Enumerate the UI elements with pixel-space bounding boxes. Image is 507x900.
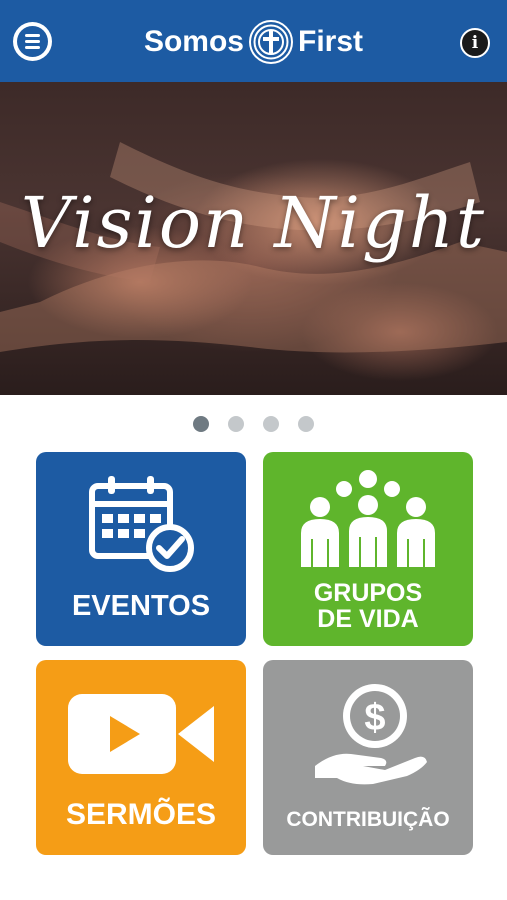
- svg-text:$: $: [364, 697, 385, 739]
- carousel-dot-4[interactable]: [298, 416, 314, 432]
- sermoes-label: SERMÕES: [65, 798, 217, 831]
- banner-carousel[interactable]: Vision Night: [0, 82, 507, 395]
- sermoes-tile[interactable]: SERMÕES: [36, 660, 246, 855]
- eventos-label: EVENTOS: [71, 590, 211, 622]
- banner-title: Vision Night: [20, 182, 487, 264]
- top-app-bar: Somos First i: [0, 0, 507, 82]
- video-camera-icon: [68, 694, 214, 774]
- app-brand: Somos First: [0, 16, 507, 68]
- info-button[interactable]: i: [460, 28, 490, 58]
- eventos-tile[interactable]: EVENTOS: [36, 452, 246, 646]
- info-icon: i: [471, 33, 479, 53]
- brand-text-left: Somos: [143, 25, 244, 58]
- contribuicao-tile[interactable]: $ CONTRIBUIÇÃO: [263, 660, 473, 855]
- carousel-dot-2[interactable]: [228, 416, 244, 432]
- brand-text-right: First: [298, 25, 364, 58]
- carousel-dot-3[interactable]: [263, 416, 279, 432]
- cross-circle-logo-icon: [249, 20, 293, 64]
- contribuicao-label: CONTRIBUIÇÃO: [286, 808, 450, 831]
- grupos-de-vida-label: GRUPOS DE VIDA: [263, 580, 473, 632]
- grupos-de-vida-tile[interactable]: GRUPOS DE VIDA: [263, 452, 473, 646]
- calendar-check-icon: [89, 476, 194, 572]
- carousel-dot-1[interactable]: [193, 416, 209, 432]
- carousel-indicator: [0, 416, 507, 432]
- hand-dollar-coin-icon: $: [315, 684, 427, 785]
- group-people-icon: [301, 470, 435, 567]
- grupos-label-line2: DE VIDA: [317, 605, 419, 633]
- grupos-label-line1: GRUPOS: [313, 579, 423, 607]
